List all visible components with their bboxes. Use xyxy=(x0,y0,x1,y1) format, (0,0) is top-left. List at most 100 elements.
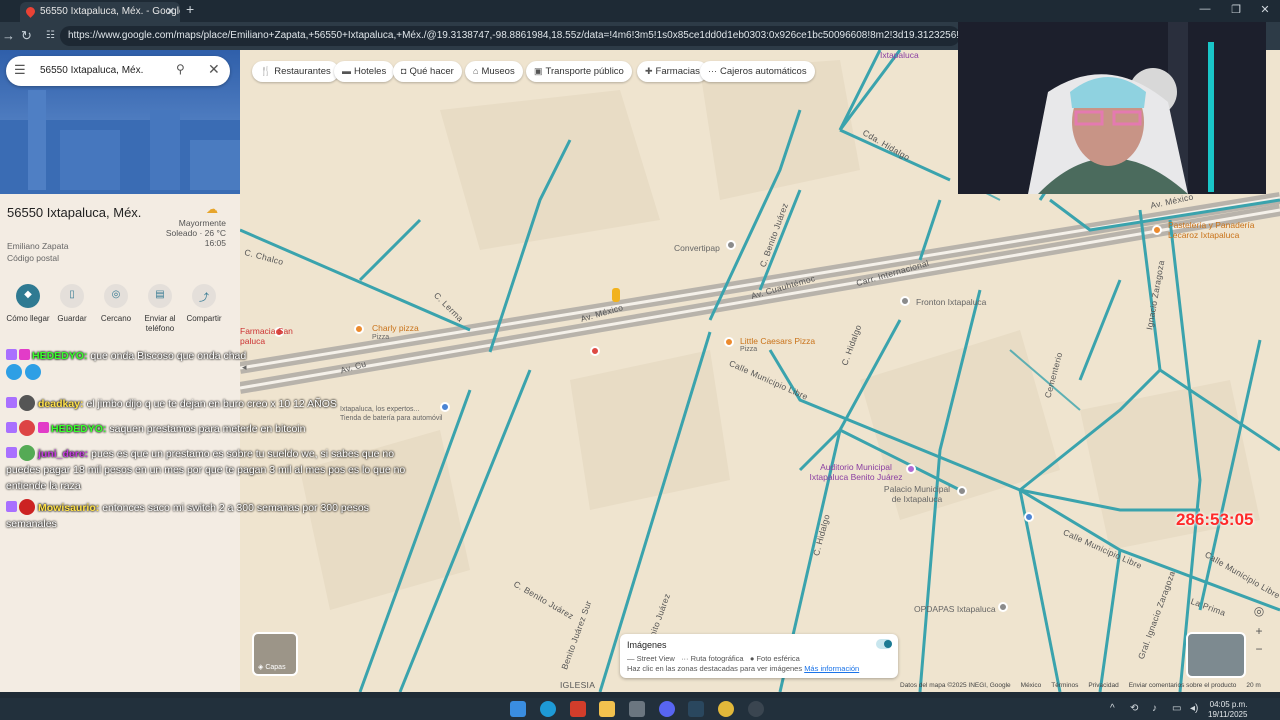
my-location-icon[interactable]: ◎ xyxy=(1250,604,1268,622)
menu-icon[interactable]: ☰ xyxy=(14,62,26,78)
place-pin[interactable] xyxy=(957,486,967,496)
twitch-badge-icon xyxy=(6,501,17,512)
chip-museos[interactable]: ⌂ Museos xyxy=(465,61,523,82)
close-tab-icon[interactable]: ✕ xyxy=(166,5,175,18)
sub-badge-icon xyxy=(38,422,49,433)
chrome-icon[interactable] xyxy=(718,701,734,717)
steam-icon[interactable] xyxy=(688,701,704,717)
site-info-icon[interactable]: ☷ xyxy=(46,30,55,41)
nearby-button[interactable]: ◎ Cercano xyxy=(94,284,138,324)
chat-message: deadkay: el jimbo dijo q ue te dejan en … xyxy=(6,395,416,412)
phone-icon: ▤ xyxy=(148,284,172,308)
edge-icon[interactable] xyxy=(540,701,556,717)
new-tab-button[interactable]: + xyxy=(186,1,194,17)
directions-icon: ◆ xyxy=(16,284,40,308)
map-footer: Datos del mapa ©2025 INEGI, Google México… xyxy=(900,682,1261,689)
nearby-icon: ◎ xyxy=(104,284,128,308)
emote-icon xyxy=(25,364,41,380)
mic-icon[interactable]: ♪ xyxy=(1152,703,1157,714)
avatar xyxy=(19,395,35,411)
restaurant-pin-icon[interactable] xyxy=(724,337,734,347)
browser-tab[interactable]: 56550 Ixtapaluca, Méx. - Google M ✕ xyxy=(20,2,180,22)
chip-restaurantes[interactable]: 🍴 Restaurantes xyxy=(252,61,339,82)
place-type: Código postal xyxy=(7,253,59,263)
imagery-toggle[interactable] xyxy=(876,639,892,649)
minimize-icon[interactable]: — xyxy=(1190,3,1220,15)
street-view-thumbnail[interactable] xyxy=(1186,632,1246,678)
place-opdapas[interactable]: OPDAPAS Ixtapaluca xyxy=(914,604,996,614)
chat-message: HEDEDYO: saquen prestamos para meterle e… xyxy=(6,420,416,437)
place-charly-pizza[interactable]: Charly pizza xyxy=(372,323,419,333)
zoom-in-button[interactable]: + xyxy=(1250,624,1268,642)
place-auditorio[interactable]: Auditorio Municipal Ixtapaluca Benito Ju… xyxy=(806,462,906,482)
place-convertipap[interactable]: Convertipap xyxy=(674,243,720,253)
sub-badge-icon xyxy=(19,349,30,360)
street-label: IGLESIA xyxy=(560,680,596,690)
taskbar-clock[interactable]: 04:05 p.m. 19/11/2025 xyxy=(1208,700,1247,720)
place-pin[interactable] xyxy=(900,296,910,306)
avatar xyxy=(19,420,35,436)
chip-cajeros[interactable]: ⋯ Cajeros automáticos xyxy=(700,61,815,82)
maps-pin-icon xyxy=(24,5,37,18)
directions-button[interactable]: ◆ Cómo llegar xyxy=(6,284,50,324)
bed-icon: ▬ xyxy=(342,66,351,76)
bus-stop-pin-icon[interactable] xyxy=(1024,512,1034,522)
chip-farmacias[interactable]: ✚ Farmacias xyxy=(637,61,708,82)
pegman-icon[interactable] xyxy=(612,288,620,302)
bus-icon: ▣ xyxy=(534,66,543,76)
volume-icon[interactable]: ◂) xyxy=(1190,703,1198,714)
auditorium-pin-icon[interactable] xyxy=(906,464,916,474)
maximize-icon[interactable]: ❐ xyxy=(1221,3,1251,16)
imagery-card[interactable]: Imágenes — Street View ··· Ruta fotográf… xyxy=(620,634,898,678)
bakery-pin-icon[interactable] xyxy=(1152,225,1162,235)
chip-que-hacer[interactable]: ◘ Qué hacer xyxy=(393,61,462,82)
place-pasteleria[interactable]: Pastelería y Panadería Lecaroz Ixtapaluc… xyxy=(1168,220,1278,240)
avatar xyxy=(19,499,35,515)
chat-message: HEDEDYO: que onda Biscoso que onda chad xyxy=(6,348,416,381)
search-icon[interactable]: ⚲ xyxy=(176,62,185,76)
display-icon[interactable]: ▭ xyxy=(1172,703,1181,714)
app-icon[interactable] xyxy=(629,701,645,717)
place-little-caesars[interactable]: Little Caesars Pizza xyxy=(740,336,815,346)
share-button[interactable]: ⤴ Compartir xyxy=(182,284,226,324)
discord-icon[interactable] xyxy=(659,701,675,717)
obs-icon[interactable] xyxy=(748,701,764,717)
send-to-phone-button[interactable]: ▤ Enviar al teléfono xyxy=(138,284,182,334)
share-icon: ⤴ xyxy=(192,284,216,308)
place-title: 56550 Ixtapaluca, Méx. xyxy=(7,205,142,220)
network-icon[interactable]: ⟲ xyxy=(1130,703,1138,714)
shop-pin-icon[interactable] xyxy=(440,402,450,412)
chip-hoteles[interactable]: ▬ Hoteles xyxy=(334,61,395,82)
save-button[interactable]: ▯ Guardar xyxy=(50,284,94,324)
fork-knife-icon: 🍴 xyxy=(260,66,272,76)
close-window-icon[interactable]: ✕ xyxy=(1250,3,1280,16)
restaurant-pin-icon[interactable] xyxy=(354,324,364,334)
more-info-link[interactable]: Más información xyxy=(804,664,859,673)
chip-transporte[interactable]: ▣ Transporte público xyxy=(526,61,632,82)
place-fronton[interactable]: Fronton Ixtapaluca xyxy=(916,297,986,307)
zoom-out-button[interactable]: − xyxy=(1250,642,1268,660)
place-pin[interactable] xyxy=(726,240,736,250)
start-icon[interactable] xyxy=(510,701,526,717)
pharmacy-icon: ✚ xyxy=(645,66,653,76)
app-icon[interactable] xyxy=(570,701,586,717)
url-field[interactable]: https://www.google.com/maps/place/Emilia… xyxy=(60,26,960,46)
file-explorer-icon[interactable] xyxy=(599,701,615,717)
hospital-pin-icon[interactable] xyxy=(590,346,600,356)
chat-message: Mowisaurio: entonces saco mi switch 2 a … xyxy=(6,499,416,532)
place-palacio[interactable]: Palacio Municipal de Ixtapaluca xyxy=(880,484,954,504)
stream-timer: 286:53:05 xyxy=(1176,510,1254,529)
layers-icon: ◈ Capas xyxy=(258,664,286,671)
museum-icon: ⌂ xyxy=(473,66,479,76)
bookmark-icon: ▯ xyxy=(60,284,84,308)
layers-button[interactable]: ◈ Capas xyxy=(252,632,298,676)
close-icon[interactable]: ✕ xyxy=(208,61,220,78)
search-box[interactable]: ☰ 56550 Ixtapaluca, Méx. ⚲ ✕ xyxy=(6,56,230,86)
atm-icon: ⋯ xyxy=(708,66,717,76)
reload-icon[interactable]: ↻ xyxy=(21,28,32,44)
chevron-up-icon[interactable]: ^ xyxy=(1110,703,1115,714)
twitch-badge-icon xyxy=(6,349,17,360)
back-arrow-icon[interactable]: → xyxy=(2,28,15,43)
search-input[interactable]: 56550 Ixtapaluca, Méx. xyxy=(40,65,143,76)
place-pin[interactable] xyxy=(998,602,1008,612)
